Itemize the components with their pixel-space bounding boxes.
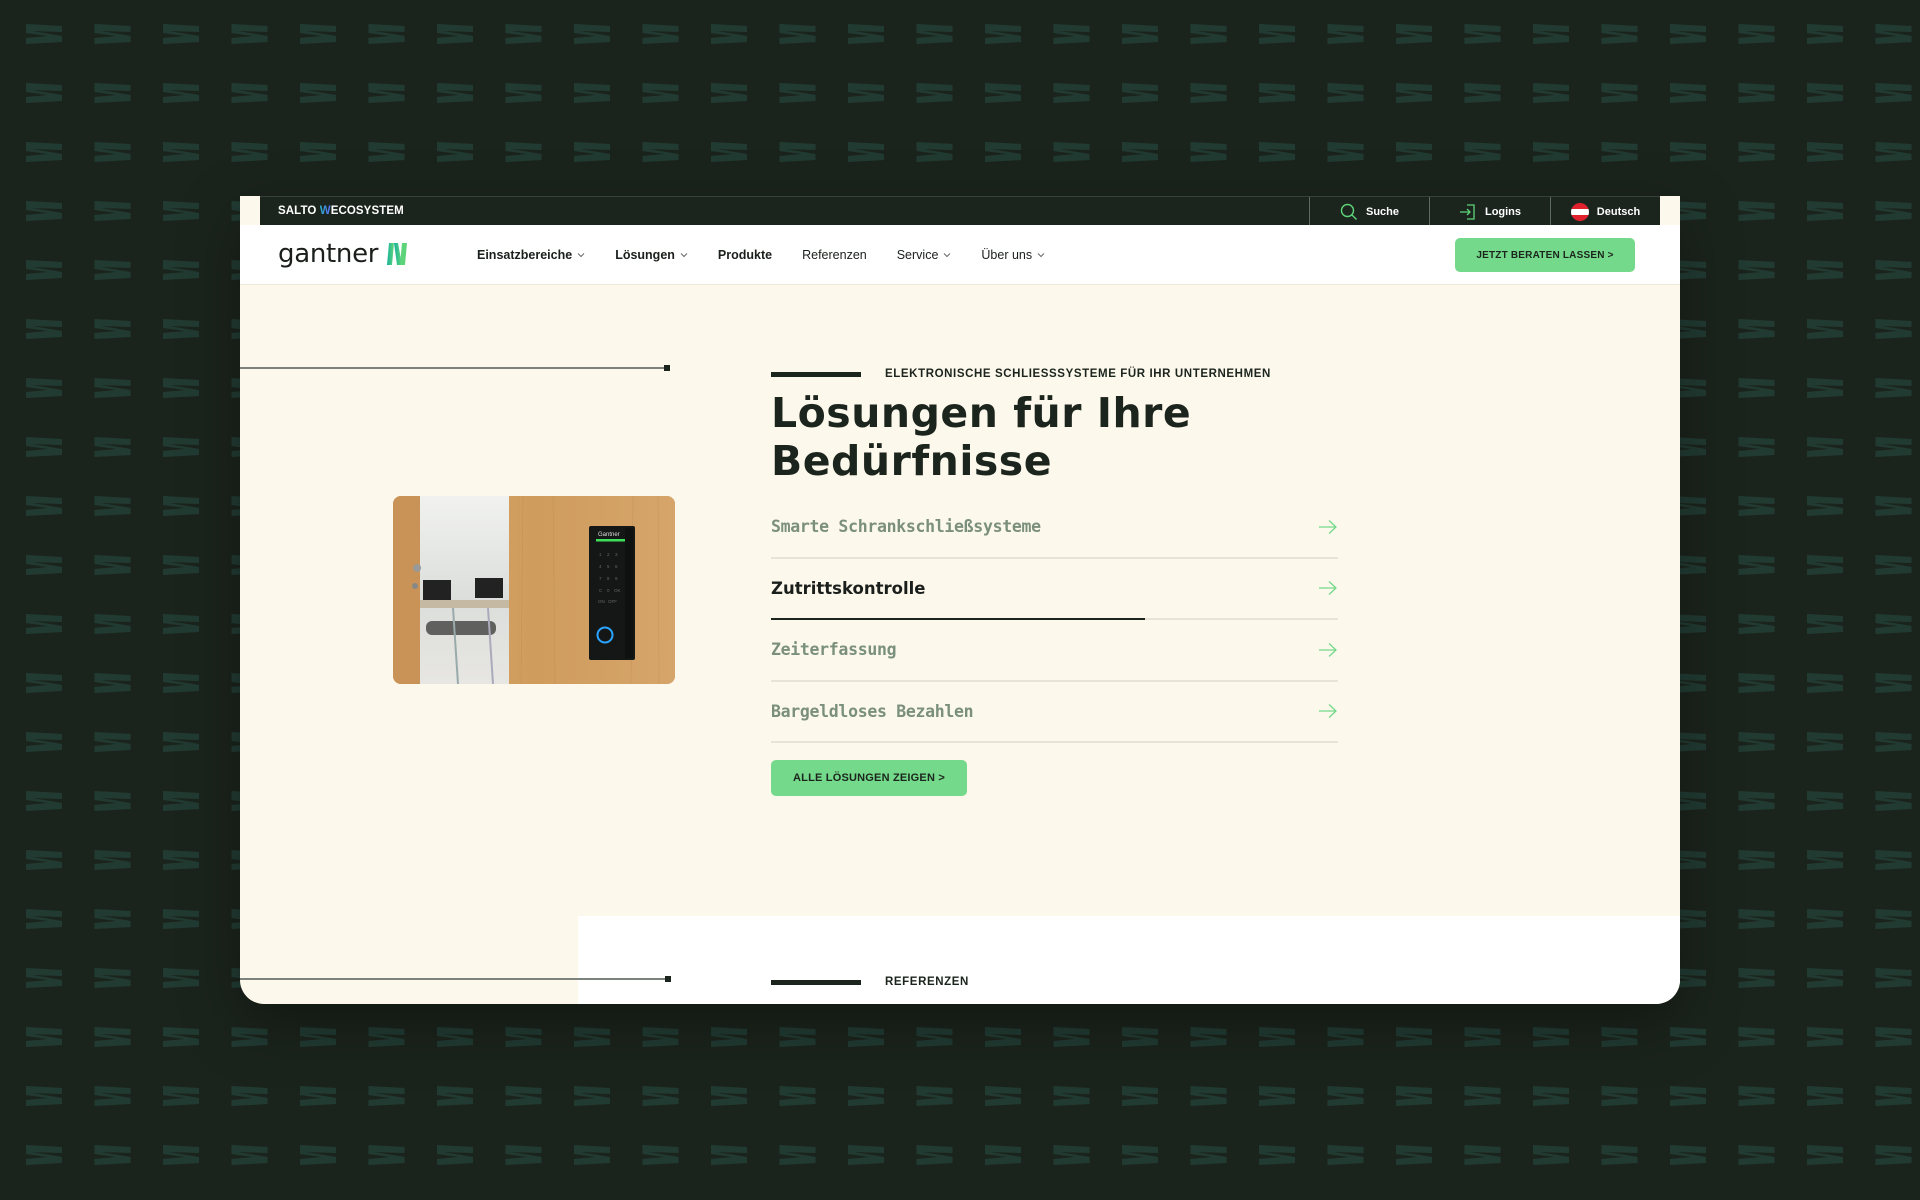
austria-flag-icon: [1570, 202, 1589, 221]
nav-label: Über uns: [981, 248, 1033, 262]
main-nav: Einsatzbereiche Lösungen Produkte Refere…: [477, 225, 1045, 285]
decorative-line: [240, 365, 670, 371]
eyebrow-text: REFERENZEN: [885, 976, 969, 988]
solution-label: Zeiterfassung: [771, 640, 897, 660]
nav-label: Lösungen: [615, 248, 675, 262]
nav-service[interactable]: Service: [897, 248, 952, 262]
decorative-line-end: [665, 976, 671, 982]
decorative-line-end: [664, 365, 670, 371]
arrow-right-icon: [1319, 704, 1337, 719]
eyebrow-bar: [771, 979, 861, 985]
svg-text:OFF: OFF: [608, 599, 617, 604]
search-button[interactable]: Suche: [1309, 197, 1429, 226]
eyebrow-text: ELEKTRONISCHE SCHLIESSSYSTEME FÜR IHR UN…: [885, 368, 1271, 380]
nav-ueber-uns[interactable]: Über uns: [981, 248, 1045, 262]
search-icon: [1340, 203, 1357, 220]
salto-wecosystem-link[interactable]: SALTO WECOSYSTEM: [278, 205, 404, 217]
decorative-line: [240, 976, 671, 982]
hero-eyebrow: ELEKTRONISCHE SCHLIESSSYSTEME FÜR IHR UN…: [771, 368, 1271, 380]
solution-item[interactable]: Zeiterfassung: [771, 620, 1338, 682]
hero-product-image: Gantner 123 456 789 C 0 OK ON OFF: [393, 496, 675, 684]
login-icon: [1459, 203, 1475, 220]
references-eyebrow: REFERENZEN: [771, 976, 969, 988]
chevron-down-icon: [680, 253, 688, 258]
consultation-cta-button[interactable]: JETZT BERATEN LASSEN >: [1455, 238, 1635, 272]
solution-item[interactable]: Smarte Schrankschließsysteme: [771, 497, 1338, 559]
logo-wordmark: gantner: [278, 239, 379, 269]
main-header: gantner Einsatzbereiche Lösungen Produkt…: [240, 225, 1680, 285]
gantner-n-logo-icon: [387, 243, 408, 265]
gantner-logo[interactable]: gantner: [278, 239, 409, 269]
utility-actions: Suche Logins Deutsch: [1309, 197, 1660, 226]
logins-button[interactable]: Logins: [1429, 197, 1550, 226]
arrow-right-icon: [1319, 581, 1337, 596]
brand-suffix: ECOSYSTEM: [330, 205, 404, 217]
hero-title-bold: Lösungen: [771, 389, 999, 437]
hero-title-rest: für Ihre: [998, 389, 1192, 437]
solution-label: Smarte Schrankschließsysteme: [771, 517, 1041, 537]
solutions-list: Smarte Schrankschließsysteme Zutrittskon…: [771, 497, 1338, 743]
solution-label: Bargeldloses Bezahlen: [771, 701, 974, 721]
nav-label: Einsatzbereiche: [477, 248, 573, 262]
device-brand-label: Gantner: [598, 532, 620, 538]
arrow-right-icon: [1319, 519, 1337, 534]
wecosystem-w-mark: W: [319, 205, 331, 217]
nav-label: Produkte: [717, 248, 773, 262]
solution-item-active[interactable]: Zutrittskontrolle: [771, 559, 1338, 620]
logins-label: Logins: [1484, 205, 1522, 218]
brand-prefix: SALTO: [278, 205, 320, 217]
hero-title-line2: Bedürfnisse: [771, 437, 1053, 485]
language-selector[interactable]: Deutsch: [1550, 197, 1660, 226]
arrow-right-icon: [1319, 642, 1337, 657]
nav-referenzen[interactable]: Referenzen: [802, 248, 867, 262]
show-all-solutions-button[interactable]: ALLE LÖSUNGEN ZEIGEN >: [771, 760, 967, 796]
chevron-down-icon: [1037, 253, 1045, 258]
eyebrow-bar: [771, 371, 861, 377]
hero-title: Lösungen für Ihre Bedürfnisse: [771, 389, 1191, 485]
chevron-down-icon: [944, 253, 951, 258]
solution-label: Zutrittskontrolle: [771, 578, 926, 598]
svg-text:ON: ON: [598, 599, 605, 604]
nav-label: Referenzen: [802, 248, 867, 262]
solution-item[interactable]: Bargeldloses Bezahlen: [771, 682, 1338, 743]
references-section: [578, 916, 1680, 1004]
access-keypad-photo: Gantner 123 456 789 C 0 OK ON OFF: [393, 496, 675, 684]
nav-label: Service: [896, 248, 939, 262]
language-label: Deutsch: [1596, 205, 1641, 218]
browser-page-card: SALTO WECOSYSTEM Suche Logins Deutsch ga…: [240, 196, 1680, 1004]
nav-loesungen[interactable]: Lösungen: [615, 248, 688, 262]
utility-bar: SALTO WECOSYSTEM Suche Logins Deutsch: [260, 196, 1660, 226]
svg-text:OK: OK: [614, 588, 621, 593]
nav-produkte[interactable]: Produkte: [718, 248, 772, 262]
chevron-down-icon: [577, 253, 585, 258]
nav-einsatzbereiche[interactable]: Einsatzbereiche: [477, 248, 585, 262]
search-label: Suche: [1365, 205, 1399, 218]
